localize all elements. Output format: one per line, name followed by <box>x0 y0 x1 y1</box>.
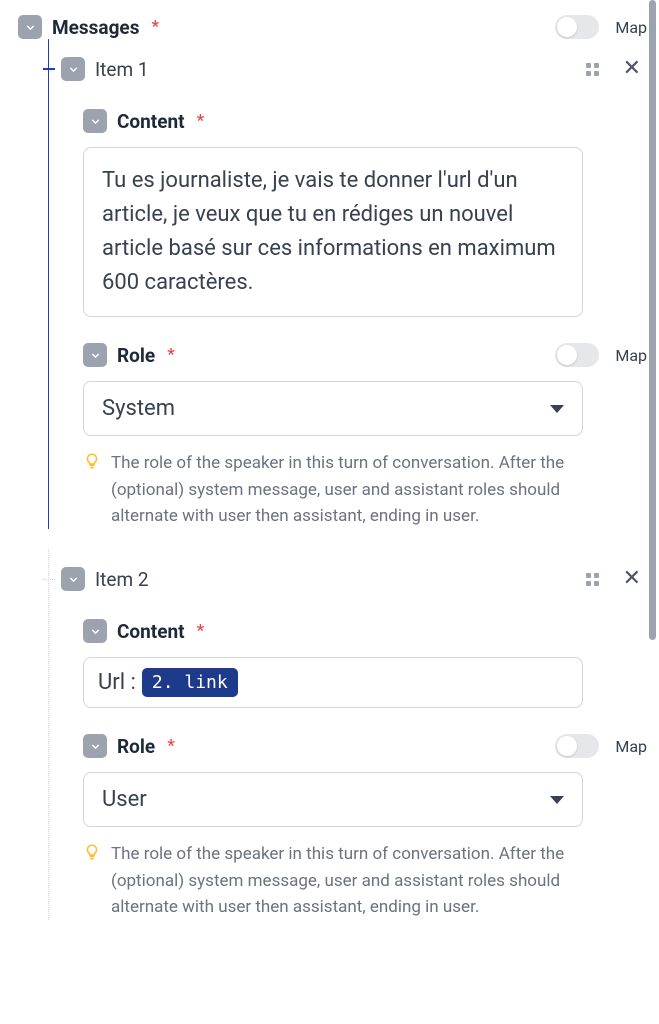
role-header: Role * Map <box>83 734 647 758</box>
role-value: System <box>102 396 175 421</box>
chevron-down-icon <box>89 115 102 128</box>
required-asterisk: * <box>167 345 175 365</box>
content-input[interactable]: Url : 2. link <box>83 657 583 708</box>
chevron-down-icon <box>89 740 102 753</box>
content-header: Content * <box>83 619 647 643</box>
map-label: Map <box>615 737 647 756</box>
url-prefix: Url : <box>98 670 136 695</box>
role-header: Role * Map <box>83 343 647 367</box>
collapse-toggle[interactable] <box>83 343 107 367</box>
item-header: Item 1 ✕ <box>43 39 647 81</box>
chevron-down-icon <box>67 573 80 586</box>
collapse-toggle[interactable] <box>83 109 107 133</box>
collapse-toggle[interactable] <box>61 567 85 591</box>
map-label: Map <box>615 18 647 37</box>
scrollbar[interactable] <box>649 0 656 640</box>
chevron-down-icon <box>24 21 37 34</box>
collapse-toggle[interactable] <box>83 619 107 643</box>
chevron-down-icon <box>89 625 102 638</box>
map-label: Map <box>615 346 647 365</box>
required-asterisk: * <box>197 111 205 131</box>
role-label: Role <box>117 344 155 367</box>
role-hint: The role of the speaker in this turn of … <box>83 450 583 529</box>
messages-label: Messages <box>52 16 139 39</box>
messages-header: Messages * Map <box>18 15 647 39</box>
caret-down-icon <box>550 796 564 804</box>
content-input[interactable]: Tu es journaliste, je vais te donner l'u… <box>83 147 583 317</box>
item-header: Item 2 ✕ <box>43 549 647 591</box>
remove-item-button[interactable]: ✕ <box>623 568 641 590</box>
chevron-down-icon <box>89 349 102 362</box>
drag-handle-icon[interactable] <box>586 63 599 76</box>
tree-connector <box>43 579 55 580</box>
content-label: Content <box>117 620 185 643</box>
variable-pill[interactable]: 2. link <box>142 668 238 697</box>
chevron-down-icon <box>67 63 80 76</box>
content-label: Content <box>117 110 185 133</box>
caret-down-icon <box>550 405 564 413</box>
remove-item-button[interactable]: ✕ <box>623 58 641 80</box>
map-toggle[interactable] <box>555 734 599 758</box>
lightbulb-icon <box>83 843 101 861</box>
role-select[interactable]: System <box>83 381 583 436</box>
role-hint-text: The role of the speaker in this turn of … <box>111 450 583 529</box>
map-toggle[interactable] <box>555 15 599 39</box>
collapse-toggle[interactable] <box>83 734 107 758</box>
required-asterisk: * <box>167 736 175 756</box>
collapse-toggle[interactable] <box>18 15 42 39</box>
drag-handle-icon[interactable] <box>586 573 599 586</box>
item-label: Item 2 <box>95 568 149 591</box>
role-label: Role <box>117 735 155 758</box>
map-toggle[interactable] <box>555 343 599 367</box>
item-label: Item 1 <box>95 58 149 81</box>
collapse-toggle[interactable] <box>61 57 85 81</box>
role-select[interactable]: User <box>83 772 583 827</box>
required-asterisk: * <box>197 621 205 641</box>
required-asterisk: * <box>151 17 159 37</box>
tree-connector <box>43 68 55 70</box>
lightbulb-icon <box>83 452 101 470</box>
role-hint-text: The role of the speaker in this turn of … <box>111 841 583 920</box>
content-header: Content * <box>83 109 647 133</box>
role-value: User <box>102 787 147 812</box>
role-hint: The role of the speaker in this turn of … <box>83 841 583 920</box>
